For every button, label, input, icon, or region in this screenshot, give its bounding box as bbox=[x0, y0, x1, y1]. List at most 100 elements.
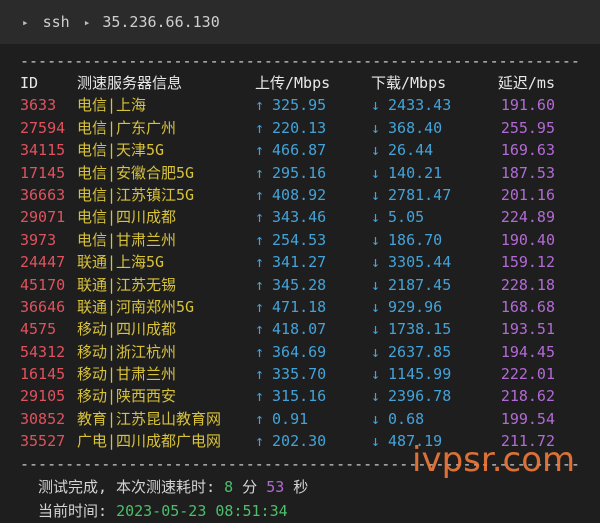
row-latency: 191.60 bbox=[500, 96, 555, 115]
row-download: ↓ 1145.99 bbox=[371, 363, 485, 385]
download-value: 929.96 bbox=[388, 297, 443, 316]
table-row: 34115 电信|天津5G ↑ 466.87 ↓ 26.44 169.63 bbox=[20, 139, 600, 161]
header-id: ID bbox=[20, 74, 39, 92]
row-upload: ↑ 364.69 bbox=[255, 341, 371, 363]
table-row: 36663 电信|江苏镇江5G ↑ 408.92 ↓ 2781.47 201.16 bbox=[20, 184, 600, 206]
row-id: 29105 bbox=[20, 387, 66, 406]
row-upload: ↑ 0.91 bbox=[255, 408, 371, 430]
upload-value: 0.91 bbox=[272, 409, 309, 428]
header-upload: 上传/Mbps bbox=[255, 74, 331, 92]
arrow-up-icon: ↑ bbox=[255, 208, 265, 227]
row-upload: ↑ 466.87 bbox=[255, 139, 371, 161]
row-latency: 228.18 bbox=[500, 275, 555, 294]
row-server: 电信|四川成都 bbox=[77, 208, 177, 227]
arrow-down-icon: ↓ bbox=[371, 432, 381, 451]
download-value: 186.70 bbox=[388, 230, 443, 249]
upload-value: 315.16 bbox=[272, 387, 327, 406]
row-latency: 187.53 bbox=[500, 163, 555, 182]
arrow-up-icon: ↑ bbox=[255, 141, 265, 160]
upload-value: 335.70 bbox=[272, 365, 327, 384]
arrow-down-icon: ↓ bbox=[371, 320, 381, 339]
row-server: 联通|江苏无锡 bbox=[77, 275, 177, 294]
row-latency: 224.89 bbox=[500, 208, 555, 227]
table-row: 24447 联通|上海5G ↑ 341.27 ↓ 3305.44 159.12 bbox=[20, 251, 600, 273]
done-label: 测试完成, 本次测速耗时: bbox=[38, 477, 225, 496]
arrow-down-icon: ↓ bbox=[371, 230, 381, 249]
row-latency: 218.62 bbox=[500, 387, 555, 406]
row-latency: 199.54 bbox=[500, 409, 555, 428]
row-upload: ↑ 343.46 bbox=[255, 206, 371, 228]
row-upload: ↑ 341.27 bbox=[255, 251, 371, 273]
tab-command[interactable]: ssh bbox=[43, 13, 70, 31]
row-latency: 159.12 bbox=[500, 253, 555, 272]
row-latency: 190.40 bbox=[500, 230, 555, 249]
minutes-unit: 分 bbox=[233, 477, 267, 496]
arrow-up-icon: ↑ bbox=[255, 432, 265, 451]
row-id: 27594 bbox=[20, 118, 66, 137]
row-upload: ↑ 418.07 bbox=[255, 318, 371, 340]
table-row: 45170 联通|江苏无锡 ↑ 345.28 ↓ 2187.45 228.18 bbox=[20, 274, 600, 296]
summary: 测试完成, 本次测速耗时: 8 分 53 秒 当前时间: 2023-05-23 … bbox=[20, 475, 600, 523]
row-download: ↓ 26.44 bbox=[371, 139, 485, 161]
download-value: 2187.45 bbox=[388, 275, 452, 294]
upload-value: 408.92 bbox=[272, 185, 327, 204]
row-upload: ↑ 254.53 bbox=[255, 229, 371, 251]
row-download: ↓ 5.05 bbox=[371, 206, 485, 228]
row-download: ↓ 0.68 bbox=[371, 408, 485, 430]
arrow-up-icon: ↑ bbox=[255, 253, 265, 272]
arrow-up-icon: ↑ bbox=[255, 297, 265, 316]
download-value: 1145.99 bbox=[388, 365, 452, 384]
arrow-down-icon: ↓ bbox=[371, 387, 381, 406]
download-value: 0.68 bbox=[388, 409, 425, 428]
row-id: 45170 bbox=[20, 275, 66, 294]
row-download: ↓ 1738.15 bbox=[371, 318, 485, 340]
watermark-logo: ivpsr.com bbox=[412, 440, 576, 480]
arrow-up-icon: ↑ bbox=[255, 230, 265, 249]
header-latency: 延迟/ms bbox=[497, 74, 555, 92]
upload-value: 202.30 bbox=[272, 432, 327, 451]
results-table: 3633 电信|上海 ↑ 325.95 ↓ 2433.43 191.60 27594 电信|广东… bbox=[20, 94, 600, 452]
row-download: ↓ 929.96 bbox=[371, 296, 485, 318]
row-download: ↓ 2637.85 bbox=[371, 341, 485, 363]
row-server: 电信|广东广州 bbox=[77, 118, 177, 137]
row-download: ↓ 2781.47 bbox=[371, 184, 485, 206]
table-row: 36646 联通|河南郑州5G ↑ 471.18 ↓ 929.96 168.68 bbox=[20, 296, 600, 318]
seconds-value: 53 bbox=[266, 477, 285, 496]
upload-value: 471.18 bbox=[272, 297, 327, 316]
table-row: 30852 教育|江苏昆山教育网 ↑ 0.91 ↓ 0.68 199.54 bbox=[20, 408, 600, 430]
row-server: 广电|四川成都广电网 bbox=[77, 432, 222, 451]
header-download: 下载/Mbps bbox=[371, 74, 447, 92]
upload-value: 341.27 bbox=[272, 253, 327, 272]
host-address[interactable]: 35.236.66.130 bbox=[102, 13, 219, 31]
row-server: 教育|江苏昆山教育网 bbox=[77, 409, 222, 428]
row-server: 移动|甘肃兰州 bbox=[77, 365, 177, 384]
row-download: ↓ 2187.45 bbox=[371, 274, 485, 296]
upload-value: 345.28 bbox=[272, 275, 327, 294]
row-download: ↓ 3305.44 bbox=[371, 251, 485, 273]
row-id: 30852 bbox=[20, 409, 66, 428]
row-id: 54312 bbox=[20, 342, 66, 361]
row-server: 电信|上海 bbox=[77, 96, 147, 115]
table-row: 17145 电信|安徽合肥5G ↑ 295.16 ↓ 140.21 187.53 bbox=[20, 162, 600, 184]
row-upload: ↑ 345.28 bbox=[255, 274, 371, 296]
upload-value: 220.13 bbox=[272, 118, 327, 137]
arrow-up-icon: ↑ bbox=[255, 387, 265, 406]
arrow-down-icon: ↓ bbox=[371, 96, 381, 115]
row-id: 34115 bbox=[20, 141, 66, 160]
row-server: 电信|江苏镇江5G bbox=[77, 185, 195, 204]
minutes-value: 8 bbox=[224, 477, 234, 496]
table-row: 3973 电信|甘肃兰州 ↑ 254.53 ↓ 186.70 190.40 bbox=[20, 229, 600, 251]
download-value: 26.44 bbox=[388, 141, 434, 160]
row-server: 移动|陕西西安 bbox=[77, 387, 177, 406]
upload-value: 418.07 bbox=[272, 320, 327, 339]
table-row: 54312 移动|浙江杭州 ↑ 364.69 ↓ 2637.85 194.45 bbox=[20, 341, 600, 363]
row-id: 29071 bbox=[20, 208, 66, 227]
row-server: 电信|安徽合肥5G bbox=[77, 163, 195, 182]
divider-top: ----------------------------------------… bbox=[20, 52, 580, 70]
row-server: 联通|上海5G bbox=[77, 253, 165, 272]
row-upload: ↑ 325.95 bbox=[255, 94, 371, 116]
upload-value: 254.53 bbox=[272, 230, 327, 249]
header-server: 测速服务器信息 bbox=[77, 74, 183, 92]
row-id: 35527 bbox=[20, 432, 66, 451]
arrow-up-icon: ↑ bbox=[255, 96, 265, 115]
